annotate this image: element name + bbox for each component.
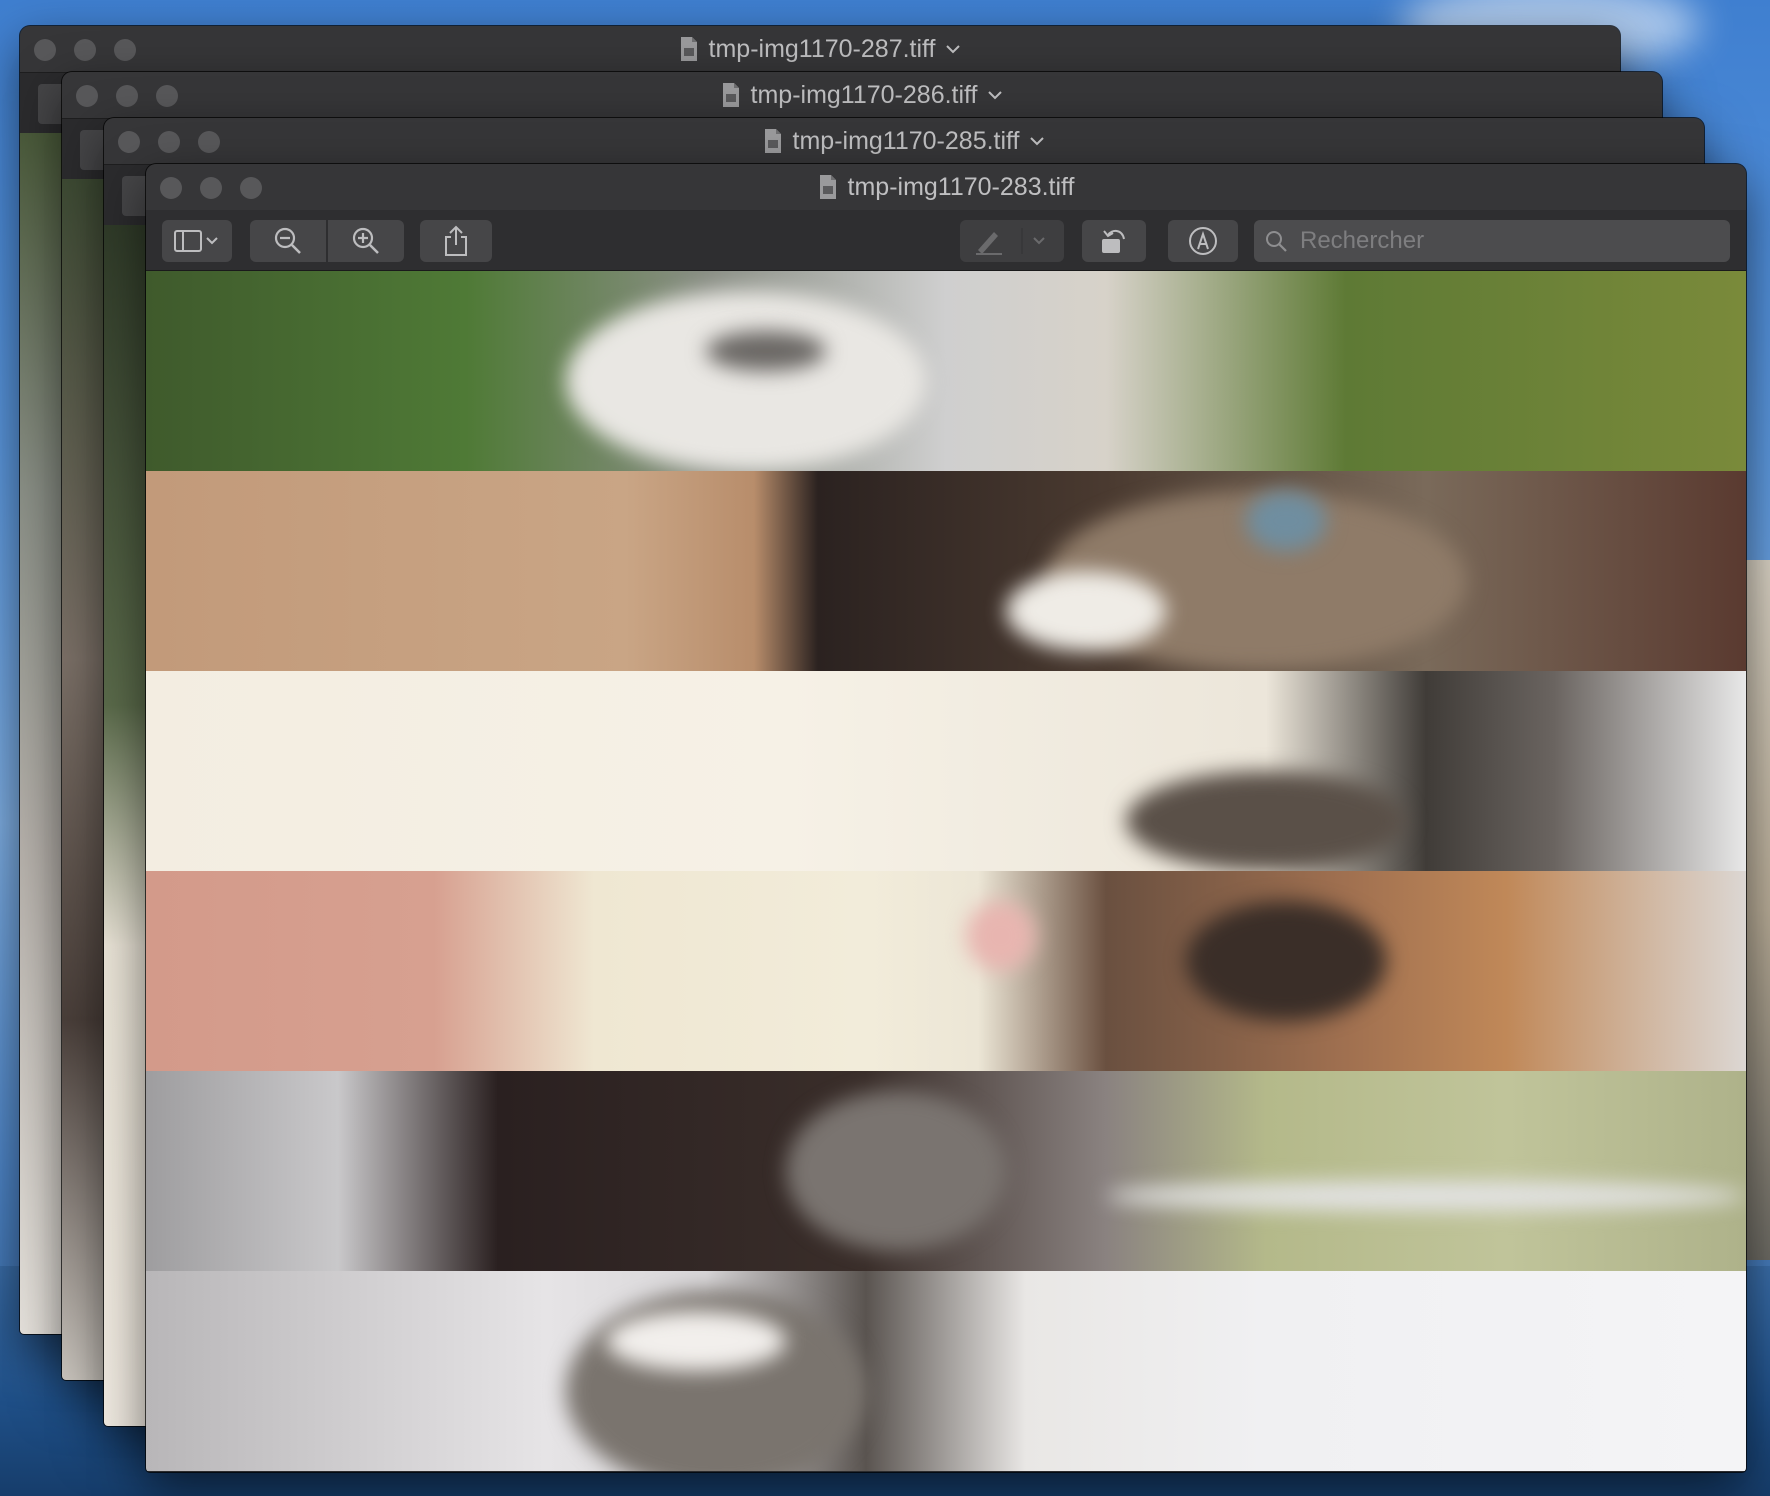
chevron-down-icon[interactable] [987, 90, 1003, 100]
window-title[interactable]: tmp-img1170-285.tiff [104, 118, 1704, 164]
window-title-text: tmp-img1170-287.tiff [708, 34, 936, 63]
sidebar-icon [174, 230, 218, 252]
titlebar[interactable]: tmp-img1170-283.tiff [146, 164, 1746, 211]
image-strip-4 [146, 871, 1746, 1071]
image-strip-2 [146, 471, 1746, 671]
titlebar[interactable]: tmp-img1170-287.tiff [20, 26, 1620, 73]
share-button[interactable] [420, 220, 492, 262]
chevron-down-icon[interactable] [1029, 136, 1045, 146]
titlebar[interactable]: tmp-img1170-286.tiff [62, 72, 1662, 119]
zoom-in-button[interactable] [328, 220, 404, 262]
share-icon [445, 225, 467, 256]
markup-circle-icon [1189, 227, 1217, 255]
document-icon [764, 129, 781, 153]
document-icon [722, 83, 739, 107]
titlebar[interactable]: tmp-img1170-285.tiff [104, 118, 1704, 165]
window-title[interactable]: tmp-img1170-287.tiff [20, 26, 1620, 72]
window-title-text: tmp-img1170-283.tiff [847, 172, 1075, 201]
markup-pen-button[interactable] [960, 220, 1064, 262]
sidebar-toggle-button[interactable] [162, 220, 232, 262]
rotate-button[interactable] [1082, 220, 1146, 262]
image-strip-3 [146, 671, 1746, 871]
toolbar [146, 210, 1746, 271]
pen-icon [976, 228, 1045, 255]
image-strip-5 [146, 1071, 1746, 1271]
preview-window-283[interactable]: tmp-img1170-283.tiff [146, 164, 1746, 1472]
document-icon [819, 175, 836, 199]
zoom-in-icon [352, 227, 379, 254]
rotate-icon [1102, 229, 1125, 253]
chevron-down-icon[interactable] [945, 44, 961, 54]
search-icon [1266, 231, 1287, 252]
window-title[interactable]: tmp-img1170-283.tiff [146, 164, 1746, 210]
search-input[interactable] [1298, 226, 1722, 256]
document-icon [680, 37, 697, 61]
window-title-text: tmp-img1170-286.tiff [750, 80, 978, 109]
window-title[interactable]: tmp-img1170-286.tiff [62, 72, 1662, 118]
zoom-out-button[interactable] [250, 220, 326, 262]
image-strip-1 [146, 271, 1746, 471]
image-canvas [146, 271, 1746, 1472]
search-field[interactable] [1254, 220, 1730, 262]
zoom-out-icon [274, 227, 301, 254]
markup-toolbar-button[interactable] [1168, 220, 1238, 262]
image-strip-6 [146, 1271, 1746, 1471]
window-title-text: tmp-img1170-285.tiff [792, 126, 1020, 155]
